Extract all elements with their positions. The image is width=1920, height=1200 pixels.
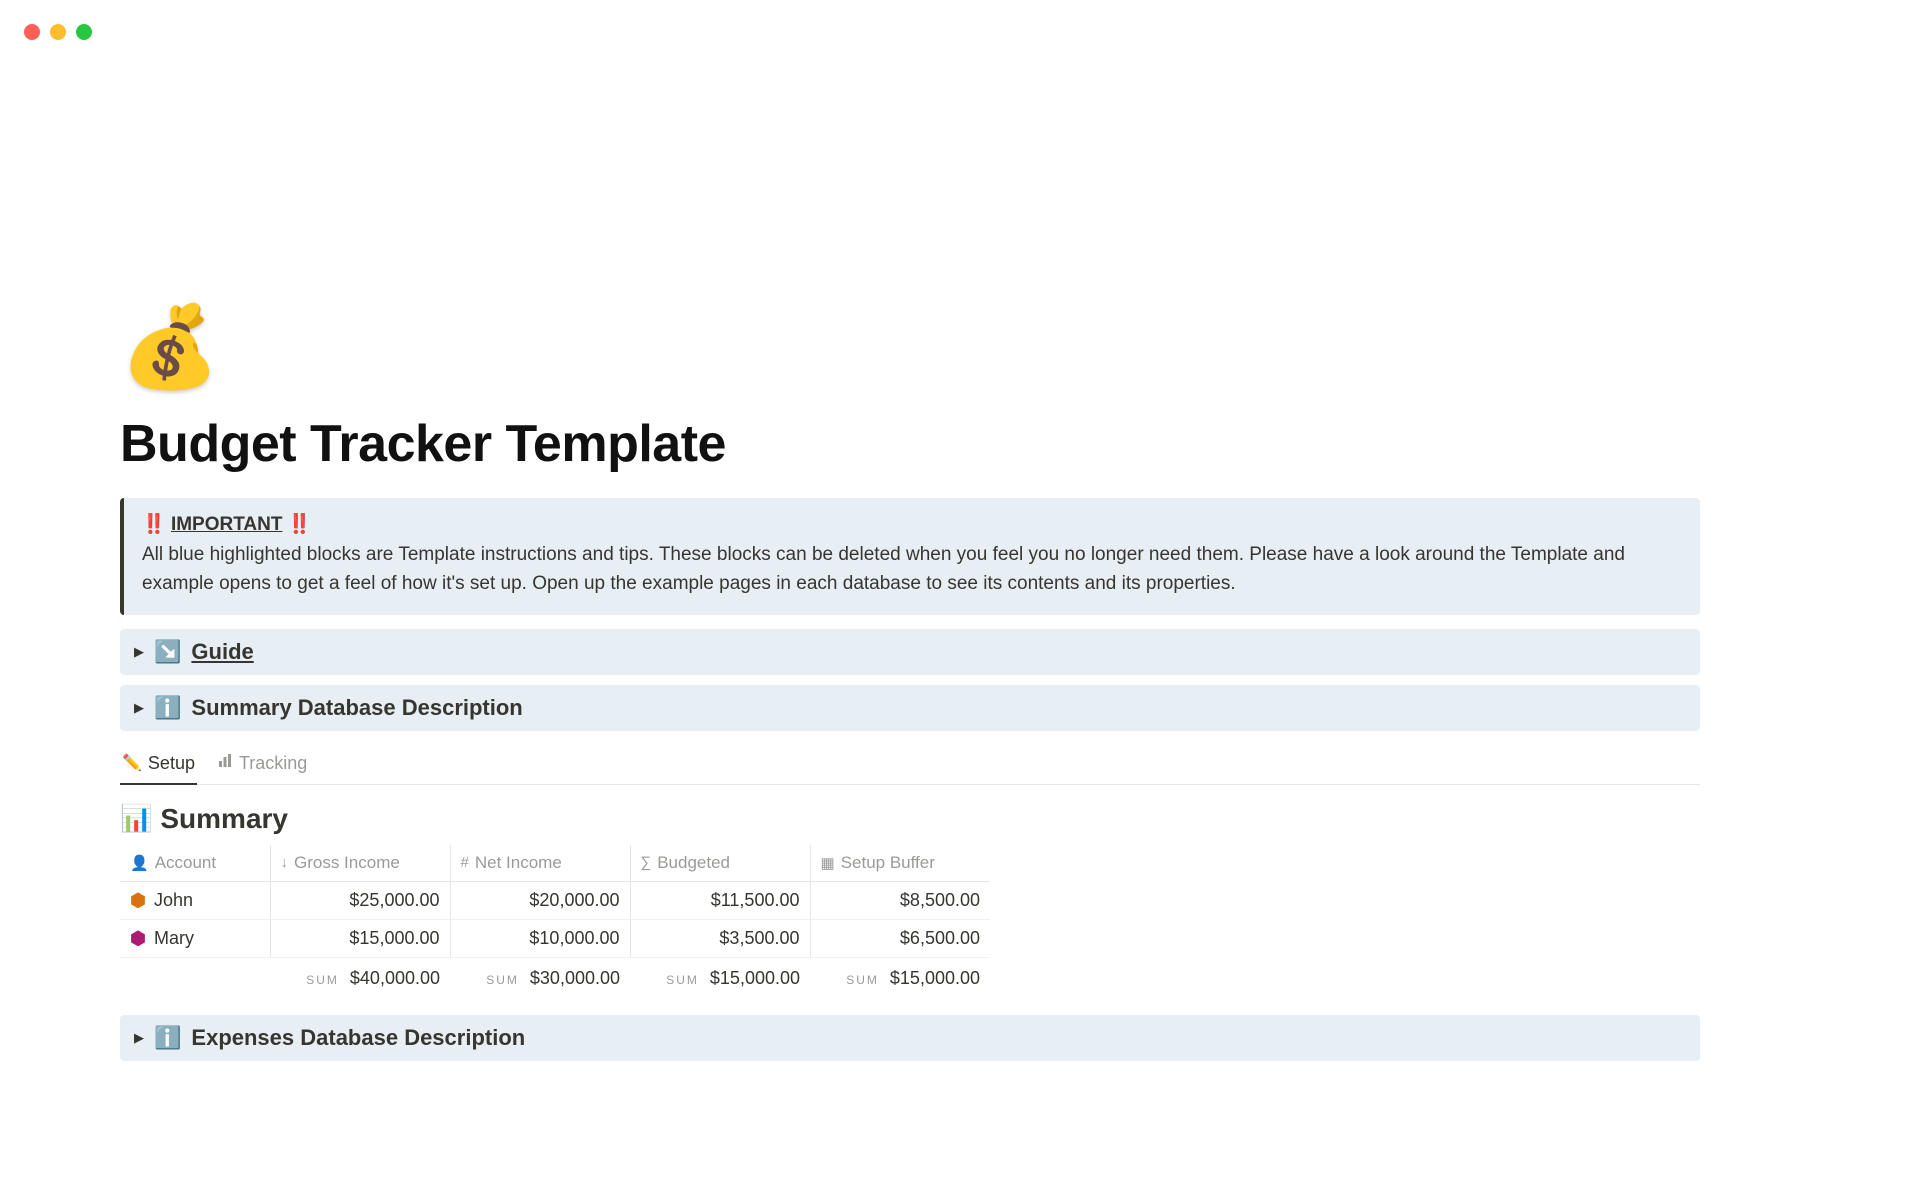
sum-net-value: $30,000.00 xyxy=(530,968,620,988)
callout-title-text: IMPORTANT xyxy=(171,514,283,535)
cell-gross[interactable]: $25,000.00 xyxy=(270,881,450,920)
column-gross-label: Gross Income xyxy=(294,853,400,873)
summary-table: 👤 Account ↓ Gross Income # Net Income ∑ Budg… xyxy=(120,845,990,998)
cell-budgeted[interactable]: $11,500.00 xyxy=(630,881,810,920)
toggle-guide[interactable]: ▶ ↘️ Guide xyxy=(120,629,1700,675)
sum-gross-value: $40,000.00 xyxy=(350,968,440,988)
cell-gross[interactable]: $15,000.00 xyxy=(270,920,450,958)
tab-tracking[interactable]: Tracking xyxy=(215,745,309,784)
alert-icon: ‼️ xyxy=(142,514,166,535)
bar-chart-icon: 📊 xyxy=(120,803,152,834)
sum-label: sum xyxy=(486,973,519,987)
chevron-right-icon: ▶ xyxy=(134,1030,144,1046)
important-callout[interactable]: ‼️ IMPORTANT ‼️ All blue highlighted blo… xyxy=(120,498,1700,615)
page-content: 💰 Budget Tracker Template ‼️ IMPORTANT ‼… xyxy=(120,300,1700,1071)
bar-chart-icon xyxy=(217,753,233,774)
info-icon: ℹ️ xyxy=(154,695,181,721)
table-row[interactable]: Mary $15,000.00 $10,000.00 $3,500.00 $6,… xyxy=(120,920,990,958)
column-setup-buffer[interactable]: ▦ Setup Buffer xyxy=(810,845,990,882)
toggle-expenses-description[interactable]: ▶ ℹ️ Expenses Database Description xyxy=(120,1015,1700,1061)
info-icon: ℹ️ xyxy=(154,1025,181,1051)
sum-net[interactable]: sum $30,000.00 xyxy=(450,958,630,998)
arrow-down-right-icon: ↘️ xyxy=(154,639,181,665)
window-close-button[interactable] xyxy=(24,24,40,40)
sum-buffer[interactable]: sum $15,000.00 xyxy=(810,958,990,998)
page-icon[interactable]: 💰 xyxy=(120,300,1700,394)
column-net-income[interactable]: # Net Income xyxy=(450,845,630,882)
cell-budgeted[interactable]: $3,500.00 xyxy=(630,920,810,958)
column-budgeted[interactable]: ∑ Budgeted xyxy=(630,845,810,882)
pencil-icon: ✏️ xyxy=(122,753,142,773)
sum-buffer-value: $15,000.00 xyxy=(890,968,980,988)
sum-label: sum xyxy=(306,973,339,987)
sum-budgeted-value: $15,000.00 xyxy=(710,968,800,988)
cell-buffer[interactable]: $8,500.00 xyxy=(810,881,990,920)
table-header-row: 👤 Account ↓ Gross Income # Net Income ∑ Budg… xyxy=(120,845,990,882)
cell-net[interactable]: $20,000.00 xyxy=(450,881,630,920)
sum-label: sum xyxy=(666,973,699,987)
hash-icon: # xyxy=(461,854,469,871)
alert-icon: ‼️ xyxy=(288,514,312,535)
account-name-text: Mary xyxy=(154,928,194,949)
column-net-label: Net Income xyxy=(475,853,562,873)
toggle-guide-label: Guide xyxy=(191,639,253,665)
window-minimize-button[interactable] xyxy=(50,24,66,40)
table-row[interactable]: John $25,000.00 $20,000.00 $11,500.00 $8… xyxy=(120,881,990,920)
toggle-summary-description[interactable]: ▶ ℹ️ Summary Database Description xyxy=(120,685,1700,731)
column-budgeted-label: Budgeted xyxy=(657,853,730,873)
toggle-expenses-description-label: Expenses Database Description xyxy=(191,1025,525,1051)
formula-icon: ∑ xyxy=(641,854,652,871)
window-maximize-button[interactable] xyxy=(76,24,92,40)
column-gross-income[interactable]: ↓ Gross Income xyxy=(270,845,450,882)
cell-account-name[interactable]: Mary xyxy=(120,920,270,958)
person-icon: 👤 xyxy=(130,854,149,872)
callout-title: ‼️ IMPORTANT ‼️ xyxy=(142,512,1682,536)
cell-account-name[interactable]: John xyxy=(120,882,270,920)
sum-budgeted[interactable]: sum $15,000.00 xyxy=(630,958,810,998)
summary-section-title[interactable]: 📊 Summary xyxy=(120,803,1700,835)
cell-buffer[interactable]: $6,500.00 xyxy=(810,920,990,958)
hexagon-icon xyxy=(130,930,146,946)
tab-setup-label: Setup xyxy=(148,753,195,774)
column-account-label: Account xyxy=(155,853,216,873)
column-account[interactable]: 👤 Account xyxy=(120,845,270,882)
toggle-summary-description-label: Summary Database Description xyxy=(191,695,522,721)
window-controls xyxy=(24,24,92,40)
column-buffer-label: Setup Buffer xyxy=(841,853,935,873)
hexagon-icon xyxy=(130,892,146,908)
table-sum-row: sum $40,000.00 sum $30,000.00 sum $15,00… xyxy=(120,958,990,998)
summary-title-text: Summary xyxy=(160,803,288,835)
sum-label: sum xyxy=(846,973,879,987)
page-title[interactable]: Budget Tracker Template xyxy=(120,414,1700,474)
chevron-right-icon: ▶ xyxy=(134,700,144,716)
tab-setup[interactable]: ✏️ Setup xyxy=(120,745,197,784)
database-view-tabs: ✏️ Setup Tracking xyxy=(120,741,1700,785)
cell-net[interactable]: $10,000.00 xyxy=(450,920,630,958)
arrow-down-icon: ↓ xyxy=(281,854,289,871)
grid-icon: ▦ xyxy=(821,854,835,872)
sum-gross[interactable]: sum $40,000.00 xyxy=(270,958,450,998)
chevron-right-icon: ▶ xyxy=(134,644,144,660)
callout-body: All blue highlighted blocks are Template… xyxy=(142,540,1682,599)
account-name-text: John xyxy=(154,890,193,911)
tab-tracking-label: Tracking xyxy=(239,753,307,774)
